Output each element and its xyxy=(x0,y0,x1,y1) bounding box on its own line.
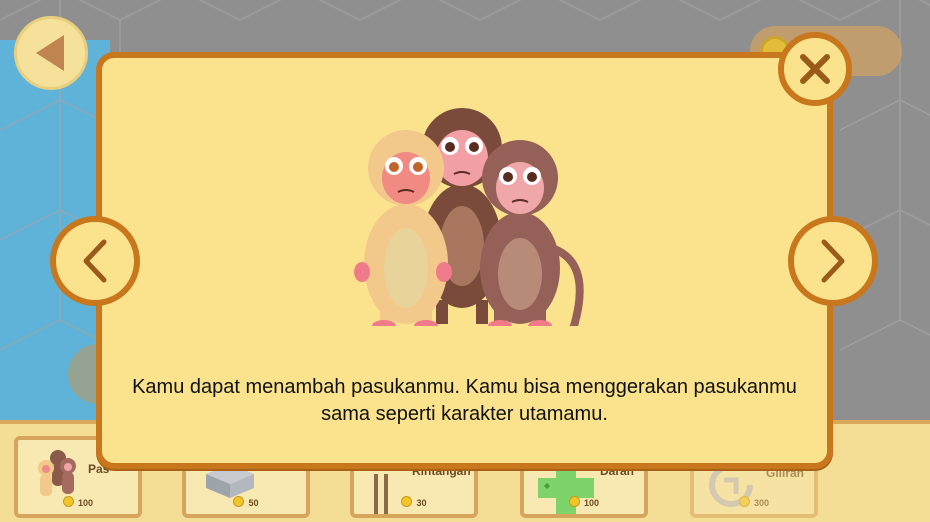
tutorial-dialog: Kamu dapat menambah pasukanmu. Kamu bisa… xyxy=(96,52,833,469)
close-icon xyxy=(800,54,830,84)
next-button[interactable] xyxy=(788,216,878,306)
shop-item-price: 100 xyxy=(18,496,138,508)
back-button[interactable] xyxy=(14,16,88,90)
monkey-right xyxy=(480,140,584,326)
back-arrow-icon xyxy=(36,35,64,71)
monkey-troop-icon xyxy=(38,450,76,496)
shop-item-price: 30 xyxy=(354,496,474,508)
shop-item-price: 50 xyxy=(186,496,306,508)
monkey-troop-illustration xyxy=(354,108,584,326)
fence-post-icon xyxy=(374,474,388,514)
tutorial-message: Kamu dapat menambah pasukanmu. Kamu bisa… xyxy=(132,376,797,425)
shop-item-price: 300 xyxy=(694,496,814,508)
monkey-left xyxy=(354,130,452,326)
shop-item-price: 100 xyxy=(524,496,644,508)
chevron-right-icon xyxy=(821,239,845,283)
previous-button[interactable] xyxy=(50,216,140,306)
close-button[interactable] xyxy=(778,32,852,106)
chevron-left-icon xyxy=(83,239,107,283)
